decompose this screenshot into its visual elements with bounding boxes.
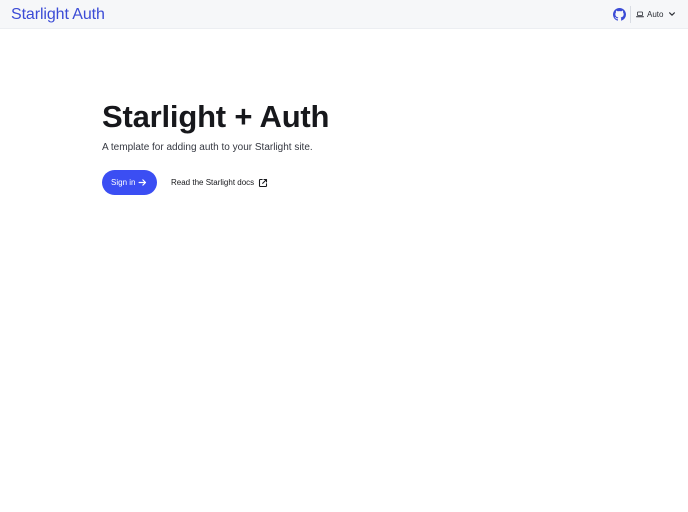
theme-select-value: Auto <box>647 9 664 19</box>
sign-in-label: Sign in <box>111 177 136 187</box>
starlight-docs-link[interactable]: Read the Starlight docs <box>171 177 268 189</box>
external-link-icon <box>259 178 268 188</box>
hero-title: Starlight + Auth <box>102 99 330 134</box>
github-link[interactable] <box>613 8 626 21</box>
chevron-down-icon <box>669 12 675 16</box>
theme-select[interactable]: Auto <box>636 6 682 23</box>
site-header: Starlight Auth Auto <box>0 0 688 29</box>
arrow-right-icon <box>138 179 147 186</box>
site-title-link[interactable]: Starlight Auth <box>11 7 105 23</box>
header-divider <box>630 6 631 23</box>
hero-tagline: A template for adding auth to your Starl… <box>102 142 313 153</box>
sign-in-button[interactable]: Sign in <box>102 170 157 195</box>
starlight-docs-label: Read the Starlight docs <box>171 178 255 187</box>
laptop-icon <box>636 11 644 18</box>
github-icon <box>613 8 626 21</box>
